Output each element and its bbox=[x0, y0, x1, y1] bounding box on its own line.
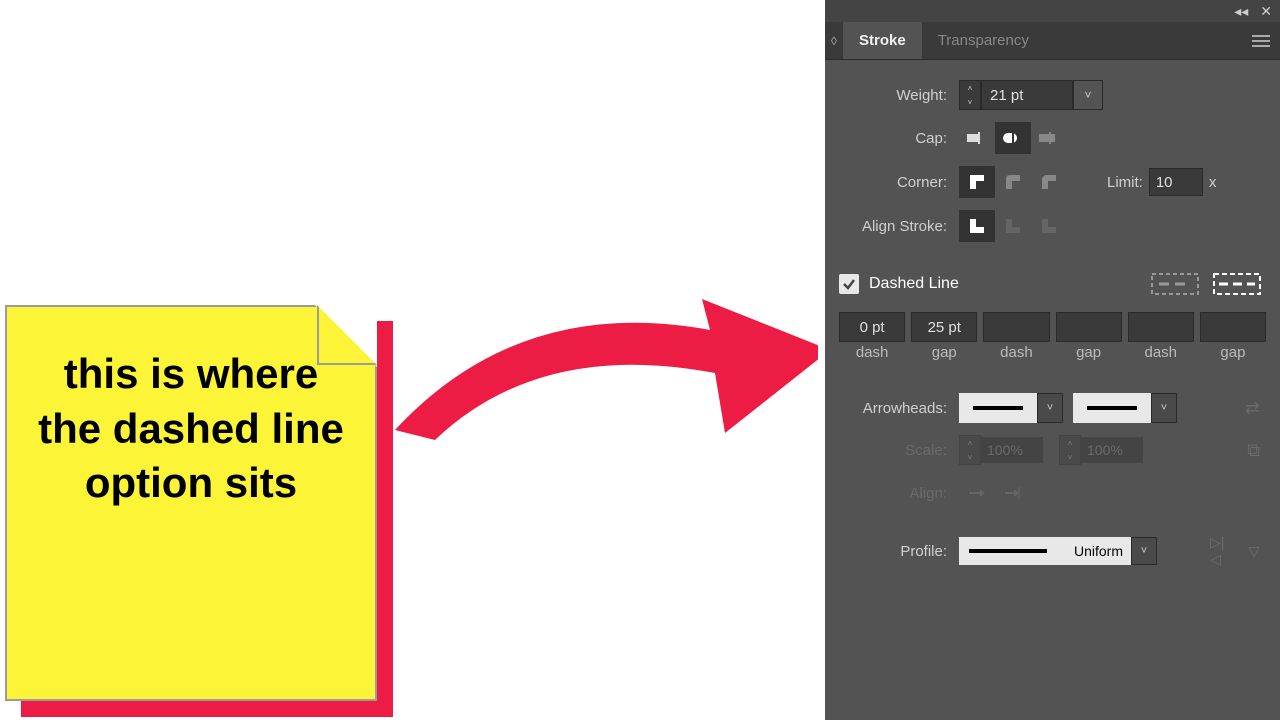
align-stroke-row: Align Stroke: bbox=[825, 204, 1280, 248]
weight-label: Weight: bbox=[839, 87, 959, 104]
link-scale-icon: ⧉ bbox=[1247, 440, 1260, 461]
dash-exact-button[interactable] bbox=[1146, 270, 1204, 298]
gap-input-0[interactable]: 25 pt bbox=[911, 312, 977, 342]
arrowhead-end-dropdown[interactable]: ˅ bbox=[1151, 393, 1177, 423]
cap-row: Cap: bbox=[825, 116, 1280, 160]
cap-label: Cap: bbox=[839, 130, 959, 147]
dash-sublabel-1: dash bbox=[983, 344, 1049, 361]
panel-menu-button[interactable] bbox=[1252, 35, 1270, 47]
profile-row: Profile: Uniform ˅ ▷|◁ ▽ bbox=[825, 531, 1280, 571]
arrowheads-row: Arrowheads: ˅ ˅ ⇄ bbox=[825, 387, 1280, 429]
pointer-arrow bbox=[380, 255, 840, 445]
dash-align-button[interactable] bbox=[1208, 270, 1266, 298]
corner-bevel-button[interactable] bbox=[1031, 166, 1067, 198]
scale-end-input: 100% bbox=[1081, 437, 1143, 463]
flip-horizontal-icon: ▷|◁ bbox=[1210, 539, 1234, 563]
align-stroke-label: Align Stroke: bbox=[839, 218, 959, 235]
arrowhead-start-dropdown[interactable]: ˅ bbox=[1037, 393, 1063, 423]
chevron-up-icon[interactable]: ˄ bbox=[960, 81, 980, 95]
gap-input-2[interactable] bbox=[1200, 312, 1266, 342]
gap-sublabel-2: gap bbox=[1200, 344, 1266, 361]
arrowhead-end-select[interactable] bbox=[1073, 393, 1151, 423]
scale-end-stepper: ˄˅ bbox=[1059, 435, 1081, 465]
collapse-icon[interactable]: ◂◂ bbox=[1234, 3, 1248, 20]
dashed-line-row: Dashed Line bbox=[825, 258, 1280, 306]
limit-suffix: x bbox=[1209, 174, 1217, 191]
weight-row: Weight: ˄˅ 21 pt ˅ bbox=[825, 74, 1280, 116]
arrowheads-label: Arrowheads: bbox=[839, 400, 959, 417]
corner-row: Corner: Limit: 10 x bbox=[825, 160, 1280, 204]
dash-input-2[interactable] bbox=[1128, 312, 1194, 342]
dash-labels-row: dash gap dash gap dash gap bbox=[825, 344, 1280, 371]
align-outside-button[interactable] bbox=[1031, 210, 1067, 242]
align-center-button[interactable] bbox=[959, 210, 995, 242]
align-extend-button bbox=[959, 477, 995, 509]
cap-butt-button[interactable] bbox=[959, 122, 995, 154]
dash-input-0[interactable]: 0 pt bbox=[839, 312, 905, 342]
align-inside-button[interactable] bbox=[995, 210, 1031, 242]
scale-start-input: 100% bbox=[981, 437, 1043, 463]
corner-label: Corner: bbox=[839, 174, 959, 191]
corner-round-button[interactable] bbox=[995, 166, 1031, 198]
scale-row: Scale: ˄˅ 100% ˄˅ 100% ⧉ bbox=[825, 429, 1280, 471]
arrowhead-align-row: Align: bbox=[825, 471, 1280, 515]
dashed-checkbox[interactable] bbox=[839, 274, 859, 294]
profile-value: Uniform bbox=[1074, 543, 1123, 559]
chevron-down-icon[interactable]: ˅ bbox=[960, 95, 980, 109]
swap-arrowheads-button[interactable]: ⇄ bbox=[1245, 398, 1260, 419]
dash-input-1[interactable] bbox=[983, 312, 1049, 342]
stroke-panel: ◂◂ ✕ ◊ Stroke Transparency Weight: ˄˅ 21… bbox=[818, 0, 1280, 720]
corner-miter-button[interactable] bbox=[959, 166, 995, 198]
gap-sublabel-0: gap bbox=[911, 344, 977, 361]
flip-vertical-icon: ▽ bbox=[1242, 539, 1266, 563]
close-icon[interactable]: ✕ bbox=[1260, 3, 1272, 20]
profile-label: Profile: bbox=[839, 543, 959, 560]
profile-dropdown[interactable]: ˅ bbox=[1131, 537, 1157, 565]
dashed-label: Dashed Line bbox=[869, 275, 1142, 293]
weight-dropdown[interactable]: ˅ bbox=[1073, 80, 1103, 110]
panel-tabs: ◊ Stroke Transparency bbox=[825, 22, 1280, 60]
scale-label: Scale: bbox=[839, 442, 959, 459]
profile-select[interactable]: Uniform bbox=[959, 537, 1131, 565]
arrowhead-start-select[interactable] bbox=[959, 393, 1037, 423]
weight-stepper[interactable]: ˄˅ bbox=[959, 80, 981, 110]
weight-input[interactable]: 21 pt bbox=[981, 80, 1073, 110]
dash-sublabel-0: dash bbox=[839, 344, 905, 361]
limit-input[interactable]: 10 bbox=[1149, 168, 1203, 196]
annotation-note: this is where the dashed line option sit… bbox=[5, 305, 377, 701]
gap-input-1[interactable] bbox=[1056, 312, 1122, 342]
arrowhead-align-label: Align: bbox=[839, 485, 959, 502]
limit-label: Limit: bbox=[1107, 174, 1143, 191]
cap-projecting-button[interactable] bbox=[1031, 122, 1067, 154]
cap-round-button[interactable] bbox=[995, 122, 1031, 154]
tab-grip-icon[interactable]: ◊ bbox=[825, 34, 843, 48]
note-body: this is where the dashed line option sit… bbox=[5, 305, 377, 701]
align-tip-button bbox=[995, 477, 1031, 509]
scale-start-stepper: ˄˅ bbox=[959, 435, 981, 465]
tab-stroke[interactable]: Stroke bbox=[843, 22, 922, 59]
tab-transparency[interactable]: Transparency bbox=[922, 22, 1045, 59]
panel-topbar: ◂◂ ✕ bbox=[825, 0, 1280, 22]
gap-sublabel-1: gap bbox=[1056, 344, 1122, 361]
dash-inputs-row: 0 pt 25 pt bbox=[825, 306, 1280, 344]
dash-sublabel-2: dash bbox=[1128, 344, 1194, 361]
